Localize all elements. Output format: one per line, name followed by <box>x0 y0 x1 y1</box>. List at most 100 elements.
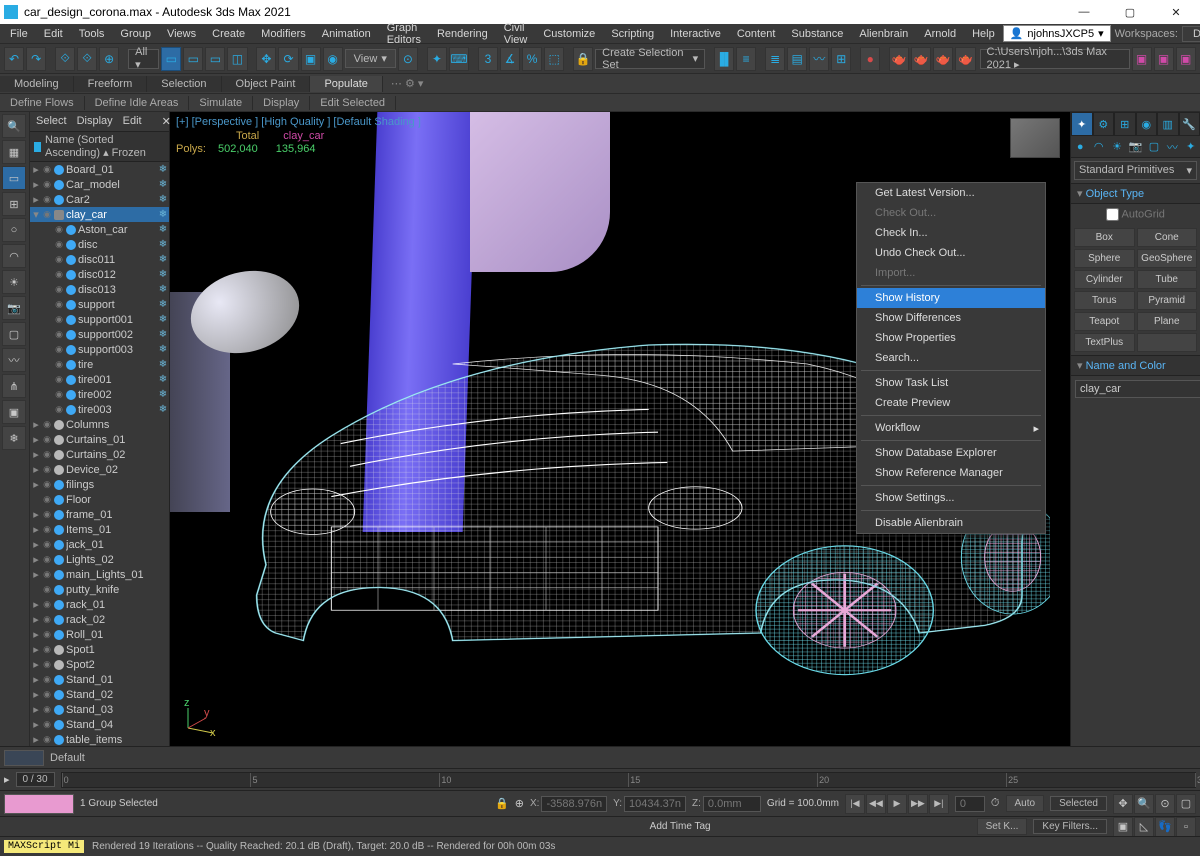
lvt-container-button[interactable]: ▣ <box>2 400 26 424</box>
menu-item-search-[interactable]: Search... <box>857 348 1045 368</box>
coord-z[interactable]: Z: 0.0mm <box>692 796 761 812</box>
minimize-button[interactable]: — <box>1064 0 1104 24</box>
time-config-icon[interactable]: ⏱ <box>991 797 1000 810</box>
autokey-button[interactable]: Auto <box>1006 795 1045 812</box>
tree-row-disc011[interactable]: ◉disc011❄ <box>30 252 169 267</box>
lvt-shape-button[interactable]: ◠ <box>2 244 26 268</box>
tree-row-car_model[interactable]: ▸◉Car_model❄ <box>30 177 169 192</box>
coord-y[interactable]: Y: 10434.37n <box>613 796 686 812</box>
object-name-input[interactable] <box>1075 380 1200 398</box>
helpers-icon[interactable]: ▢ <box>1145 136 1163 157</box>
ab-button1[interactable]: ▣ <box>1132 47 1152 71</box>
nav-zoom-ext-button[interactable]: ▣ <box>1113 817 1133 837</box>
tree-row-putty_knife[interactable]: ◉putty_knife <box>30 582 169 597</box>
tree-row-stand_01[interactable]: ▸◉Stand_01 <box>30 672 169 687</box>
menu-item-show-differences[interactable]: Show Differences <box>857 308 1045 328</box>
create-tab[interactable]: ✦ <box>1071 112 1093 136</box>
rotate-button[interactable]: ⟳ <box>278 47 298 71</box>
objtype-torus[interactable]: Torus <box>1074 291 1135 310</box>
percent-snap-button[interactable]: % <box>522 47 542 71</box>
render-setup-button[interactable]: 🫖 <box>889 47 909 71</box>
nav-walk-button[interactable]: 👣 <box>1155 817 1175 837</box>
lvt-search-icon[interactable]: 🔍 <box>2 114 26 138</box>
abs-transform-icon[interactable]: ⊕ <box>515 797 524 810</box>
nav-max-button[interactable]: ▢ <box>1176 794 1196 814</box>
menu-substance[interactable]: Substance <box>783 26 851 42</box>
objtype-tube[interactable]: Tube <box>1137 270 1198 289</box>
tree-row-support002[interactable]: ◉support002❄ <box>30 327 169 342</box>
category-dropdown[interactable]: Standard Primitives▾ <box>1074 161 1197 180</box>
lvt-bone-button[interactable]: ⋔ <box>2 374 26 398</box>
menu-item-create-preview[interactable]: Create Preview <box>857 393 1045 413</box>
render-cloud-button[interactable]: 🫖 <box>955 47 975 71</box>
time-ruler[interactable]: 051015202530 <box>61 772 1196 788</box>
menu-group[interactable]: Group <box>112 26 159 42</box>
utilities-tab[interactable]: 🔧 <box>1179 112 1200 136</box>
menu-item-show-task-list[interactable]: Show Task List <box>857 373 1045 393</box>
goto-end-button[interactable]: ▶| <box>929 794 949 814</box>
ribbon-tab-modeling[interactable]: Modeling <box>0 76 74 92</box>
scale-button[interactable]: ▣ <box>301 47 321 71</box>
tree-row-curtains_01[interactable]: ▸◉Curtains_01 <box>30 432 169 447</box>
select-region-button[interactable]: ▭ <box>205 47 225 71</box>
ribbon-btn-define-idle-areas[interactable]: Define Idle Areas <box>85 96 190 110</box>
tree-row-frame_01[interactable]: ▸◉frame_01 <box>30 507 169 522</box>
menu-item-check-out-[interactable]: Check Out... <box>857 203 1045 223</box>
manip-button[interactable]: ✦ <box>427 47 447 71</box>
keyboard-button[interactable]: ⌨ <box>449 47 469 71</box>
objtype-cone[interactable]: Cone <box>1137 228 1198 247</box>
toggle-ribbon-button[interactable]: ▤ <box>787 47 807 71</box>
trackbar-collapse-icon[interactable]: ▸ <box>4 773 10 786</box>
coord-x[interactable]: X: -3588.976n <box>530 796 607 812</box>
close-button[interactable]: ✕ <box>1156 0 1196 24</box>
link-button[interactable]: ⟐ <box>55 47 75 71</box>
tree-row-spot2[interactable]: ▸◉Spot2 <box>30 657 169 672</box>
ribbon-btn-edit-selected[interactable]: Edit Selected <box>310 96 396 110</box>
maxscript-prompt[interactable]: MAXScript Mi <box>4 840 84 853</box>
lvt-frozen-button[interactable]: ❄ <box>2 426 26 450</box>
tree-row-items_01[interactable]: ▸◉Items_01 <box>30 522 169 537</box>
named-selection-set[interactable]: Create Selection Set ▾ <box>595 49 705 69</box>
layers-button[interactable]: ≣ <box>765 47 785 71</box>
menu-edit[interactable]: Edit <box>36 26 71 42</box>
ab-button2[interactable]: ▣ <box>1154 47 1174 71</box>
objtype-box[interactable]: Box <box>1074 228 1135 247</box>
objtype-cylinder[interactable]: Cylinder <box>1074 270 1135 289</box>
tree-row-curtains_02[interactable]: ▸◉Curtains_02 <box>30 447 169 462</box>
unlink-button[interactable]: ⟐ <box>77 47 97 71</box>
tree-row-clay_car[interactable]: ▾◉clay_car❄ <box>30 207 169 222</box>
lvt-camera-button[interactable]: 📷 <box>2 296 26 320</box>
key-filters-button[interactable]: Key Filters... <box>1033 819 1107 834</box>
ab-button3[interactable]: ▣ <box>1176 47 1196 71</box>
menu-item-show-database-explorer[interactable]: Show Database Explorer <box>857 443 1045 463</box>
menu-interactive[interactable]: Interactive <box>662 26 729 42</box>
current-frame-input[interactable]: 0 <box>955 796 985 812</box>
ribbon-tab-selection[interactable]: Selection <box>147 76 221 92</box>
placement-button[interactable]: ◉ <box>323 47 343 71</box>
menu-alienbrain[interactable]: Alienbrain <box>851 26 916 42</box>
objtype-textplus[interactable]: TextPlus <box>1074 333 1135 352</box>
scene-tree[interactable]: ▸◉Board_01❄▸◉Car_model❄▸◉Car2❄▾◉clay_car… <box>30 162 169 746</box>
objtype-plane[interactable]: Plane <box>1137 312 1198 331</box>
tree-row-filings[interactable]: ▸◉filings <box>30 477 169 492</box>
frame-indicator[interactable]: 0 / 30 <box>16 772 55 787</box>
menu-help[interactable]: Help <box>964 26 1003 42</box>
menu-customize[interactable]: Customize <box>535 26 603 42</box>
status-thumbnail[interactable] <box>4 794 74 814</box>
autogrid-check[interactable]: AutoGrid <box>1071 204 1200 225</box>
shapes-icon[interactable]: ◠ <box>1089 136 1107 157</box>
tree-row-floor[interactable]: ◉Floor <box>30 492 169 507</box>
tree-row-disc[interactable]: ◉disc❄ <box>30 237 169 252</box>
play-button[interactable]: ▶ <box>887 794 907 814</box>
tree-row-board_01[interactable]: ▸◉Board_01❄ <box>30 162 169 177</box>
selection-filter[interactable]: All ▾ <box>128 49 159 69</box>
window-crossing-button[interactable]: ◫ <box>227 47 247 71</box>
tree-row-tire001[interactable]: ◉tire001❄ <box>30 372 169 387</box>
nav-fov-button[interactable]: ◺ <box>1134 817 1154 837</box>
render-frame-button[interactable]: 🫖 <box>911 47 931 71</box>
menu-item-workflow[interactable]: Workflow <box>857 418 1045 438</box>
menu-views[interactable]: Views <box>159 26 204 42</box>
viewport-label[interactable]: [+] [Perspective ] [High Quality ] [Defa… <box>176 116 421 128</box>
tree-row-spot1[interactable]: ▸◉Spot1 <box>30 642 169 657</box>
key-target-dropdown[interactable]: Selected <box>1050 796 1107 811</box>
